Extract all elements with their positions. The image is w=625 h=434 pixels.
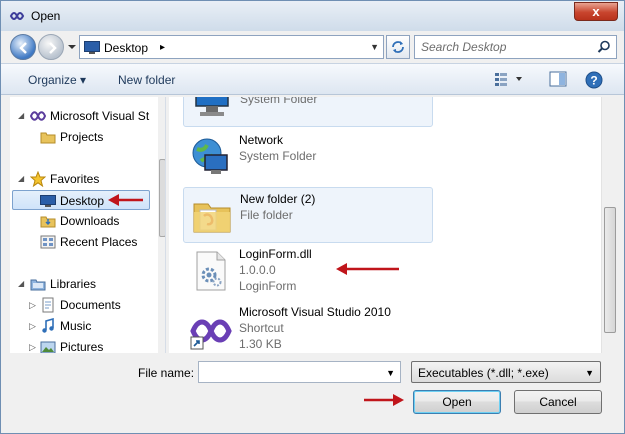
arrow-left-icon <box>19 42 27 54</box>
pictures-icon <box>40 341 56 353</box>
file-list: System Folder Network System Folder New … <box>169 97 617 353</box>
recent-places-icon <box>40 235 56 249</box>
desktop-icon <box>84 41 100 54</box>
file-type-select[interactable]: Executables (*.dll; *.exe) ▼ <box>411 361 601 383</box>
file-size: 1.30 KB <box>239 337 282 351</box>
arrow-right-icon <box>49 42 57 54</box>
recent-locations-dropdown[interactable] <box>67 43 77 51</box>
title-bar: Open x <box>1 1 624 31</box>
file-name-combobox[interactable]: ▼ <box>198 361 401 383</box>
tree-item-pictures[interactable]: ▷ Pictures <box>10 337 148 353</box>
back-button[interactable] <box>10 34 36 60</box>
file-type: System Folder <box>239 149 317 163</box>
music-icon <box>42 318 54 333</box>
tree-item-music[interactable]: ▷ Music <box>10 316 148 336</box>
tree-item-libraries[interactable]: ◢ Libraries <box>10 274 148 294</box>
navigation-pane: ◢ Microsoft Visual St Projects ◢ Favorit… <box>10 97 166 353</box>
tree-expand-icon[interactable]: ▷ <box>29 321 36 332</box>
network-icon <box>192 138 228 174</box>
folder-icon <box>40 132 56 144</box>
address-bar[interactable]: Desktop ▸ ▼ <box>79 35 384 59</box>
file-type: File folder <box>240 208 293 222</box>
visual-studio-icon <box>190 319 232 350</box>
command-bar: Organize ▾ New folder ? <box>1 63 624 95</box>
tree-item-favorites[interactable]: ◢ Favorites <box>10 169 148 189</box>
folder-icon <box>193 203 231 233</box>
cancel-button[interactable]: Cancel <box>514 390 602 414</box>
forward-button[interactable] <box>38 34 64 60</box>
file-type: Shortcut <box>239 321 284 335</box>
navigation-bar: Desktop ▸ ▼ <box>1 31 624 63</box>
file-list-scrollbar[interactable] <box>601 97 617 353</box>
tree-item-documents[interactable]: ▷ Documents <box>10 295 148 315</box>
tree-item-visual-studio[interactable]: ◢ Microsoft Visual St <box>10 106 149 126</box>
tree-expand-icon[interactable]: ▷ <box>29 300 36 311</box>
close-button[interactable]: x <box>574 2 618 21</box>
libraries-icon <box>30 279 46 291</box>
file-item-computer[interactable]: System Folder <box>183 97 433 127</box>
window-title: Open <box>31 9 61 23</box>
search-box[interactable] <box>414 35 617 59</box>
tree-item-recent-places[interactable]: Recent Places <box>10 232 148 252</box>
preview-pane-icon[interactable] <box>549 71 567 87</box>
tree-collapse-icon[interactable]: ◢ <box>18 279 24 288</box>
organize-button[interactable]: Organize ▾ <box>28 73 86 87</box>
address-location[interactable]: Desktop <box>104 41 148 55</box>
downloads-folder-icon <box>40 216 56 228</box>
desktop-icon <box>40 195 56 207</box>
tree-collapse-icon[interactable]: ◢ <box>18 174 24 183</box>
open-dialog: Open x Desktop ▸ ▼ Search Desktop Organi… <box>0 0 625 434</box>
file-name: Microsoft Visual Studio 2010 <box>239 305 391 319</box>
annotation-arrow-icon <box>336 263 399 275</box>
breadcrumb-chevron-icon[interactable]: ▸ <box>160 42 165 53</box>
chevron-down-icon[interactable]: ▼ <box>585 368 594 378</box>
file-type-value: Executables (*.dll; *.exe) <box>418 366 549 380</box>
computer-icon <box>195 97 229 116</box>
open-button[interactable]: Open <box>413 390 501 414</box>
file-item-network[interactable]: Network System Folder <box>183 129 433 185</box>
search-icon[interactable] <box>597 40 611 54</box>
star-icon <box>30 171 46 187</box>
search-input[interactable] <box>421 39 591 55</box>
file-name-input[interactable] <box>203 364 373 380</box>
file-name-dropdown-icon[interactable]: ▼ <box>386 368 395 378</box>
file-item-visual-studio-shortcut[interactable]: Microsoft Visual Studio 2010 Shortcut 1.… <box>183 301 433 353</box>
file-description: LoginForm <box>239 279 297 293</box>
tree-item-downloads[interactable]: Downloads <box>10 211 148 231</box>
annotation-arrow-icon <box>364 394 404 406</box>
tree-collapse-icon[interactable]: ◢ <box>18 111 24 120</box>
file-name: Network <box>239 133 284 147</box>
visual-studio-icon <box>9 12 25 20</box>
svg-text:?: ? <box>590 74 597 88</box>
file-name-label: File name: <box>138 366 195 380</box>
file-item-new-folder-2[interactable]: New folder (2) File folder <box>183 187 433 243</box>
address-dropdown-icon[interactable]: ▼ <box>370 42 379 52</box>
visual-studio-icon <box>30 111 46 121</box>
refresh-button[interactable] <box>386 35 410 59</box>
dll-file-icon <box>196 251 226 291</box>
new-folder-button[interactable]: New folder <box>118 73 175 87</box>
annotation-arrow-icon <box>108 194 143 206</box>
navigation-scrollbar-thumb[interactable] <box>159 159 165 237</box>
tree-item-projects[interactable]: Projects <box>10 127 148 147</box>
file-type: System Folder <box>240 97 318 106</box>
file-version: 1.0.0.0 <box>239 263 276 277</box>
navigation-scrollbar[interactable] <box>158 97 165 353</box>
refresh-icon <box>392 41 404 53</box>
file-name: New folder (2) <box>240 192 316 206</box>
change-view-icon[interactable] <box>494 71 524 87</box>
documents-icon <box>42 297 54 313</box>
help-icon[interactable]: ? <box>585 71 603 89</box>
file-name: LoginForm.dll <box>239 247 312 261</box>
tree-expand-icon[interactable]: ▷ <box>29 342 36 353</box>
file-list-scrollbar-thumb[interactable] <box>604 207 616 333</box>
